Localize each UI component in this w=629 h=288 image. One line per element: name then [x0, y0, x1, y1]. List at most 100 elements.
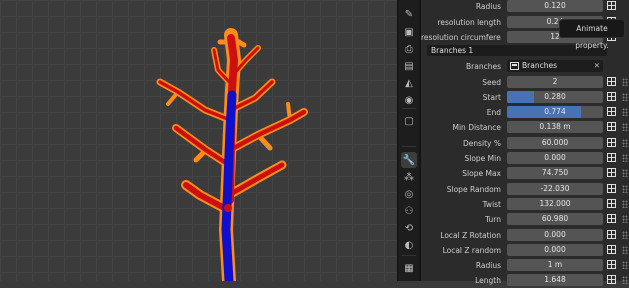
- twist-field[interactable]: 132.000: [507, 197, 603, 210]
- keyframe-icon[interactable]: [607, 91, 616, 101]
- keyframe-icon[interactable]: [607, 275, 616, 285]
- tab-separator: [402, 108, 416, 109]
- slope-max-field[interactable]: 74.750: [507, 167, 603, 180]
- drag-handle-icon[interactable]: [622, 261, 628, 270]
- 3d-viewport[interactable]: [0, 0, 397, 281]
- seed-field[interactable]: 2: [507, 75, 603, 88]
- slope-min-field[interactable]: 0.000: [507, 152, 603, 164]
- keyframe-icon[interactable]: [607, 1, 616, 10]
- property-row-twist: Twist 132.000: [421, 197, 629, 212]
- close-icon[interactable]: ✕: [594, 60, 600, 72]
- property-row-local-z-random: Local Z random 0.000: [421, 243, 629, 258]
- radius-field[interactable]: 0.120: [507, 0, 603, 12]
- constraints-icon[interactable]: ⚇: [401, 203, 417, 219]
- keyframe-icon[interactable]: [607, 107, 616, 117]
- node-group-icon: [510, 62, 519, 70]
- property-row-slope-max: Slope Max 74.750: [421, 166, 629, 181]
- property-row-end: End 0.774: [421, 105, 629, 120]
- drag-handle-icon[interactable]: [622, 92, 628, 101]
- min-distance-field[interactable]: 0.138 m: [507, 121, 603, 134]
- property-label: resolution circumfere...: [421, 33, 501, 42]
- drag-handle-icon[interactable]: [622, 199, 628, 208]
- keyframe-icon[interactable]: [607, 137, 616, 147]
- keyframe-icon[interactable]: [607, 122, 616, 132]
- keyframe-icon[interactable]: [607, 168, 616, 178]
- property-row-local-z-rotation: Local Z Rotation 0.000: [421, 228, 629, 243]
- start-field[interactable]: 0.280: [507, 90, 603, 103]
- property-label: Seed: [482, 77, 501, 87]
- property-row-turn: Turn 60.980: [421, 212, 629, 227]
- drag-handle-icon[interactable]: [622, 154, 628, 162]
- drag-handle-icon[interactable]: [622, 108, 628, 117]
- material-icon[interactable]: ◐: [401, 237, 417, 253]
- slope-random-field[interactable]: -22.030: [507, 182, 603, 195]
- world-icon[interactable]: ◉: [401, 92, 417, 108]
- property-label: End: [486, 108, 501, 118]
- property-row-start: Start 0.280: [421, 90, 629, 105]
- object-icon[interactable]: ▢: [401, 113, 417, 129]
- tree-mesh: [156, 28, 308, 281]
- field-value: 0.774: [544, 107, 566, 117]
- keyframe-icon[interactable]: [607, 260, 616, 270]
- keyframe-icon[interactable]: [607, 183, 616, 193]
- drag-handle-icon[interactable]: [622, 276, 628, 285]
- density-field[interactable]: 60.000: [507, 136, 603, 149]
- property-label: Local Z Rotation: [440, 230, 501, 240]
- keyframe-icon[interactable]: [607, 244, 616, 254]
- properties-tab-bar: ✎ ▣ ⎙ ▤ ◭ ◉ ▢ 🔧 ⁂ ◎ ⚇ ⟲ ◐ ▦: [397, 0, 420, 281]
- turn-field[interactable]: 60.980: [507, 213, 603, 226]
- field-value: 0.000: [544, 229, 566, 239]
- modifiers-icon[interactable]: 🔧: [401, 152, 417, 168]
- drag-handle-icon[interactable]: [622, 77, 628, 86]
- property-label: Start: [482, 92, 501, 102]
- slider-fill: [507, 90, 534, 103]
- local-z-rotation-field[interactable]: 0.000: [507, 228, 603, 241]
- length-field[interactable]: 1.648: [507, 274, 603, 287]
- property-label: Local Z random: [442, 245, 501, 255]
- property-label: Turn: [485, 215, 501, 225]
- output-icon[interactable]: ⎙: [401, 41, 417, 57]
- view-layer-icon[interactable]: ▤: [401, 58, 417, 74]
- drag-handle-icon[interactable]: [622, 169, 628, 178]
- keyframe-icon[interactable]: [607, 214, 616, 224]
- radius-field[interactable]: 1 m: [507, 259, 603, 272]
- local-z-random-field[interactable]: 0.000: [507, 243, 603, 256]
- field-value: 0.000: [544, 244, 566, 254]
- tab-separator: [402, 255, 416, 256]
- property-label: Branches: [466, 62, 501, 71]
- drag-handle-icon[interactable]: [622, 138, 628, 147]
- scene-icon[interactable]: ◭: [401, 75, 417, 91]
- property-label: Radius: [475, 261, 501, 271]
- drag-handle-icon[interactable]: [622, 215, 628, 224]
- data-icon[interactable]: ⟲: [401, 220, 417, 236]
- keyframe-icon[interactable]: [607, 153, 616, 162]
- branches-datablock-selector[interactable]: Branches ✕: [507, 60, 603, 72]
- field-value: 60.980: [541, 214, 569, 224]
- drag-handle-icon[interactable]: [622, 245, 628, 254]
- tool-icon[interactable]: ✎: [401, 6, 417, 22]
- field-value: 1.648: [544, 275, 566, 285]
- property-row-radius: Radius 0.120: [421, 0, 629, 14]
- keyframe-icon[interactable]: [607, 229, 616, 239]
- property-row-branches: Branches Branches ✕: [421, 59, 629, 74]
- drag-handle-icon[interactable]: [622, 184, 628, 193]
- field-value: 0.000: [544, 153, 566, 162]
- keyframe-icon[interactable]: [607, 198, 616, 208]
- field-value: 132.000: [539, 198, 571, 208]
- tooltip: Animate property.: [559, 19, 625, 50]
- keyframe-icon[interactable]: [607, 76, 616, 86]
- particles-icon[interactable]: ⁂: [401, 169, 417, 185]
- property-label: Slope Max: [462, 169, 501, 179]
- property-label: resolution length: [437, 17, 501, 27]
- field-value: 0.138 m: [539, 122, 571, 132]
- physics-icon[interactable]: ◎: [401, 186, 417, 202]
- property-row-density: Density % 60.000: [421, 136, 629, 151]
- property-row-min-distance: Min Distance 0.138 m: [421, 120, 629, 135]
- render-icon[interactable]: ▣: [401, 24, 417, 40]
- texture-icon[interactable]: ▦: [401, 260, 417, 276]
- end-field[interactable]: 0.774: [507, 106, 603, 119]
- property-label: Density %: [462, 138, 501, 148]
- drag-handle-icon[interactable]: [622, 123, 628, 132]
- field-value: -22.030: [540, 183, 570, 193]
- drag-handle-icon[interactable]: [622, 230, 628, 239]
